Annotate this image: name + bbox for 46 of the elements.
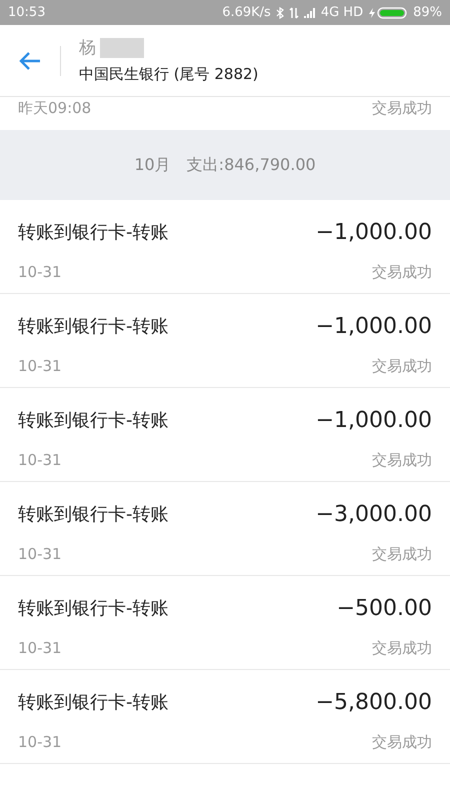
account-bank: 中国民生银行 (尾号 2882): [79, 64, 258, 85]
transaction-date: 昨天09:08: [18, 98, 92, 119]
transaction-status: 交易成功: [372, 450, 432, 471]
network-speed: 6.69K/s: [222, 4, 271, 22]
transaction-status: 交易成功: [372, 732, 432, 753]
transaction-amount: −500.00: [336, 595, 432, 623]
battery-icon: [368, 6, 408, 18]
back-arrow-icon: [19, 50, 41, 70]
data-transfer-icon: [288, 6, 299, 18]
transaction-row[interactable]: 转账到银行卡-转账 −3,000.00 10-31 交易成功: [0, 482, 450, 576]
transaction-date: 10-31: [18, 450, 62, 471]
transaction-status: 交易成功: [372, 544, 432, 565]
bluetooth-icon: [276, 6, 284, 18]
transaction-row[interactable]: 转账到银行卡-转账 −5,800.00 10-31 交易成功: [0, 670, 450, 764]
transaction-status: 交易成功: [372, 356, 432, 377]
transaction-date: 10-31: [18, 732, 62, 753]
transaction-row[interactable]: 转账到银行卡-转账 −1,000.00 10-31 交易成功: [0, 388, 450, 482]
transaction-amount: −3,000.00: [316, 501, 432, 529]
transaction-date: 10-31: [18, 356, 62, 377]
transaction-amount: −1,000.00: [316, 219, 432, 247]
transaction-amount: −1,000.00: [316, 407, 432, 435]
transaction-title: 转账到银行卡-转账: [18, 691, 168, 715]
transaction-date: 10-31: [18, 544, 62, 565]
month-label: 10月: [134, 154, 171, 176]
network-type: 4G HD: [320, 4, 364, 22]
transaction-row[interactable]: 转账到银行卡-转账 −1,000.00 10-31 交易成功: [0, 200, 450, 294]
transaction-row[interactable]: 转账到银行卡-转账 −500.00 10-31 交易成功: [0, 576, 450, 670]
signal-icon: [304, 8, 316, 18]
transaction-amount: −5,800.00: [316, 689, 432, 717]
transaction-title: 转账到银行卡-转账: [18, 503, 168, 527]
status-time: 10:53: [8, 4, 46, 22]
transaction-title: 转账到银行卡-转账: [18, 409, 168, 433]
account-name: 杨: [79, 36, 96, 60]
transaction-status: 交易成功: [372, 262, 432, 283]
transaction-date: 10-31: [18, 638, 62, 659]
transaction-title: 转账到银行卡-转账: [18, 597, 168, 621]
transaction-title: 转账到银行卡-转账: [18, 315, 168, 339]
transaction-date: 10-31: [18, 262, 62, 283]
transaction-status: 交易成功: [372, 638, 432, 659]
redaction-blur: [100, 38, 144, 58]
transaction-title: 转账到银行卡-转账: [18, 221, 168, 245]
transaction-row[interactable]: 转账到银行卡-转账 −1,000.00 10-31 交易成功: [0, 294, 450, 388]
battery-percent: 89%: [413, 4, 442, 22]
transaction-status: 交易成功: [372, 98, 432, 119]
transaction-amount: −1,000.00: [316, 313, 432, 341]
month-expense: 支出:846,790.00: [186, 154, 316, 176]
